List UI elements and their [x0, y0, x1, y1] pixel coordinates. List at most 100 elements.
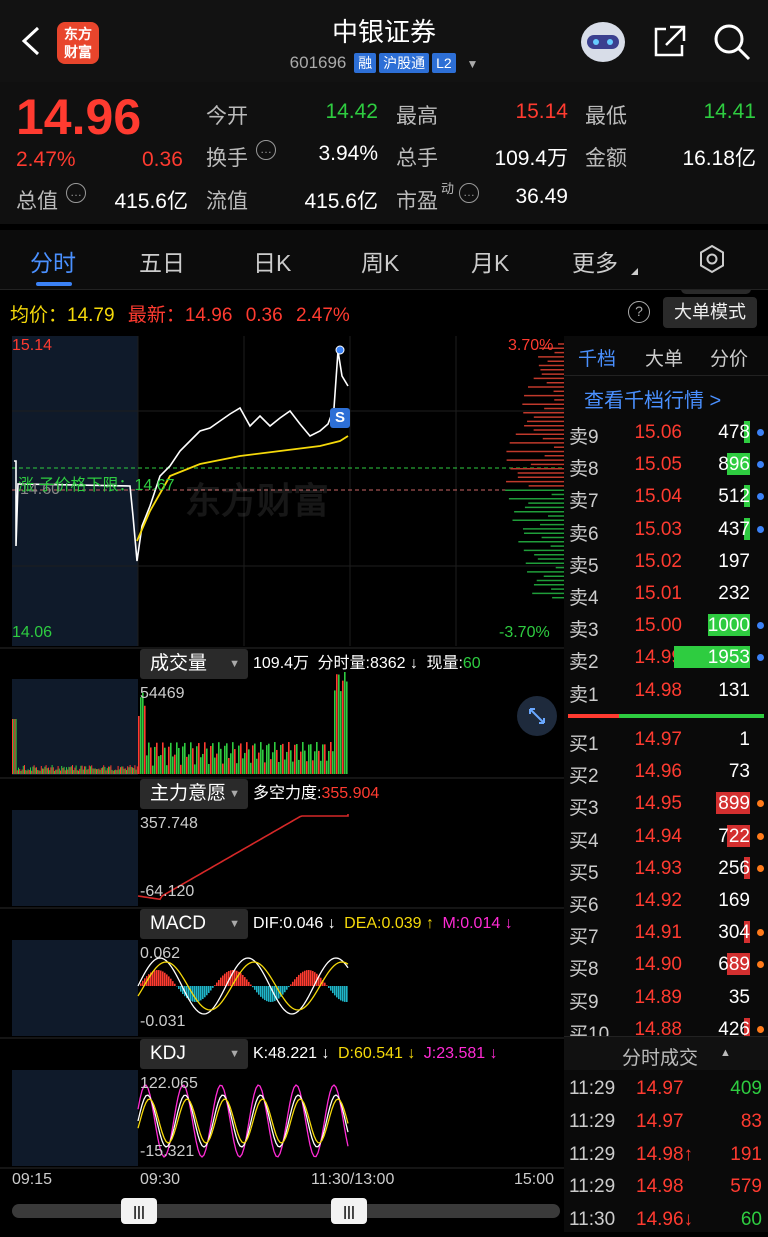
volume-bar [108, 767, 109, 774]
ask-row[interactable]: 卖615.03437 [564, 514, 768, 546]
ask-row[interactable]: 卖315.001000 [564, 610, 768, 642]
volume-bar [292, 762, 294, 774]
macd-bar [258, 986, 260, 995]
volume-bar [130, 765, 131, 774]
range-end-handle[interactable]: ||| [331, 1198, 367, 1224]
ask-row[interactable]: 卖815.05896 [564, 449, 768, 481]
volume-bar [146, 755, 148, 774]
bid-row[interactable]: 买814.90689 [564, 949, 768, 981]
volume-bar [31, 771, 32, 774]
volume-indicator-button[interactable]: 成交量▼ [140, 649, 248, 679]
share-icon[interactable] [650, 23, 688, 61]
volume-bar [80, 766, 81, 774]
volume-bar [170, 743, 172, 774]
info-icon[interactable]: … [459, 183, 479, 203]
volume-bar [240, 743, 242, 774]
ask-row[interactable]: 卖515.02197 [564, 546, 768, 578]
volume-bar [178, 748, 180, 774]
pe-dynamic-sup: 动 [441, 178, 454, 197]
range-start-handle[interactable]: ||| [121, 1198, 157, 1224]
tab-level-book[interactable]: 千档 [578, 344, 616, 371]
time-range-scrollbar[interactable] [12, 1204, 560, 1218]
tab-five-day[interactable]: 五日 [139, 244, 185, 278]
macd-bar [156, 970, 158, 986]
tab-monthly-k[interactable]: 月K [471, 244, 509, 278]
volume-bar [308, 745, 310, 774]
settings-gear-icon[interactable] [697, 244, 727, 274]
volume-bar [264, 762, 266, 774]
bid-row[interactable]: 买214.9673 [564, 756, 768, 788]
macd-bar [194, 986, 196, 1002]
volume-bar [43, 769, 44, 774]
volume-bar [103, 765, 104, 774]
volume-bar [85, 766, 86, 774]
panel-tabs: 千档 大单 分价 [564, 336, 768, 376]
auction-zone [12, 940, 138, 1036]
help-icon[interactable]: ? [628, 301, 650, 323]
trade-price: 14.97 [636, 1078, 684, 1100]
volume-bar [190, 742, 192, 774]
caret-up-icon[interactable]: ▲ [720, 1047, 731, 1059]
volume-bar [47, 768, 48, 774]
tab-daily-k[interactable]: 日K [253, 244, 291, 278]
volume-bar [101, 768, 102, 774]
mainforce-top-label: 357.748 [140, 815, 198, 833]
ask-row[interactable]: 卖915.06478 [564, 417, 768, 449]
macd-indicator-button[interactable]: MACD▼ [140, 909, 248, 939]
info-icon[interactable]: … [66, 183, 86, 203]
macd-bar [214, 985, 216, 986]
volume-bar [48, 768, 49, 774]
trades-title: 分时成交 [622, 1043, 698, 1070]
sell-marker[interactable]: S [330, 408, 350, 428]
avg-price-label: 均价： [10, 305, 67, 326]
robot-avatar-icon[interactable] [578, 18, 628, 64]
caret-down-icon[interactable]: ▼ [466, 57, 478, 71]
bid-row[interactable]: 买514.93256 [564, 853, 768, 885]
volume-bar [50, 767, 51, 774]
level-label: 卖5 [569, 551, 599, 578]
bid-row[interactable]: 买114.971 [564, 724, 768, 756]
expand-icon[interactable] [517, 696, 557, 736]
bid-dot-icon [757, 961, 764, 968]
tab-price-distribution[interactable]: 分价 [710, 344, 748, 371]
macd-bar [308, 970, 310, 986]
high-label: 最高 [396, 100, 438, 130]
kdj-k: K:48.221 ↓ [253, 1045, 330, 1062]
tab-weekly-k[interactable]: 周K [361, 244, 399, 278]
macd-bar [262, 986, 264, 999]
macd-bar [284, 986, 286, 992]
macd-bar [216, 983, 218, 986]
search-icon[interactable] [712, 22, 752, 62]
level-price: 15.06 [630, 422, 682, 444]
mainforce-indicator-button[interactable]: 主力意愿▼ [140, 779, 248, 809]
macd-bar [254, 986, 256, 990]
bid-row[interactable]: 买314.95899 [564, 788, 768, 820]
big-order-mode-button[interactable]: 大单模式 [663, 297, 757, 328]
volume-bar [73, 770, 74, 774]
kdj-indicator-button[interactable]: KDJ▼ [140, 1039, 248, 1069]
bid-row[interactable]: 买714.91304 [564, 917, 768, 949]
app-header: 东方 财富 中银证券 601696 融沪股通L2 ▼ [0, 0, 768, 82]
tab-big-orders[interactable]: 大单 [645, 344, 683, 371]
view-level-book-link[interactable]: 查看千档行情 > [584, 384, 721, 413]
ask-row[interactable]: 卖114.98131 [564, 675, 768, 707]
macd-bar [174, 984, 176, 986]
tab-more[interactable]: 更多 [572, 244, 618, 278]
info-icon[interactable]: … [256, 140, 276, 160]
bid-row[interactable]: 买414.94722 [564, 821, 768, 853]
volume-bar [232, 742, 234, 774]
volume-bar [24, 765, 25, 774]
ask-row[interactable]: 卖214.991953 [564, 642, 768, 674]
ask-row[interactable]: 卖715.04512 [564, 481, 768, 513]
macd-bar [336, 986, 338, 997]
bid-row[interactable]: 买914.8935 [564, 982, 768, 1014]
trade-price: 14.97 [636, 1111, 684, 1133]
volume-bar [74, 768, 75, 774]
macd-bar [166, 974, 168, 986]
macd-m: M:0.014 ↓ [442, 915, 512, 932]
tab-intraday[interactable]: 分时 [30, 244, 76, 278]
volume-bar [34, 765, 35, 774]
ask-row[interactable]: 卖415.01232 [564, 578, 768, 610]
kdj-info: K:48.221 ↓ D:60.541 ↓ J:23.581 ↓ [253, 1039, 498, 1069]
bid-row[interactable]: 买614.92169 [564, 885, 768, 917]
